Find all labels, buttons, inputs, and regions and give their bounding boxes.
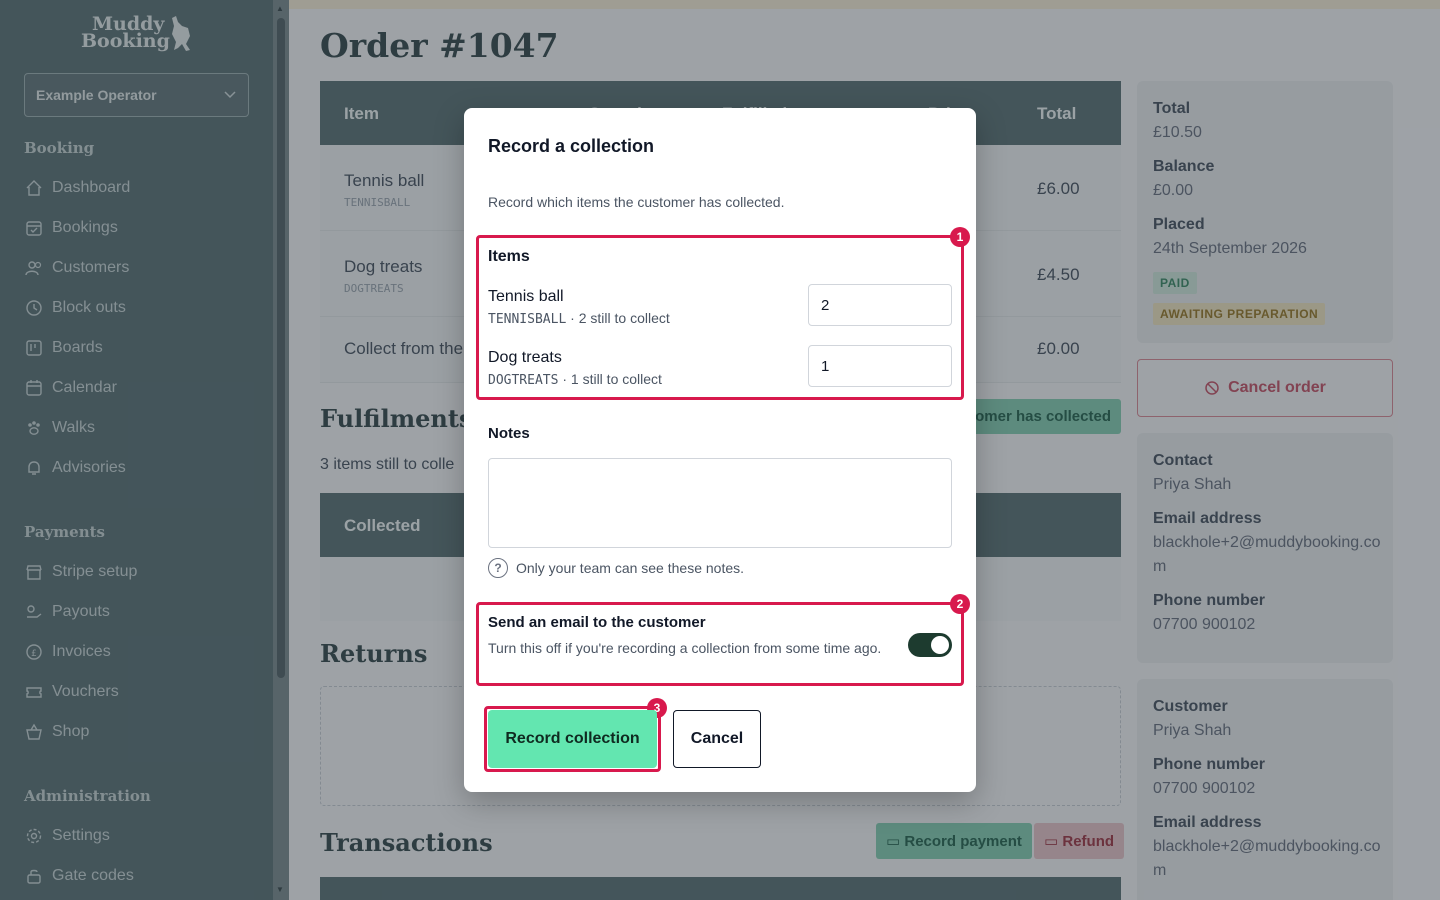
notes-textarea[interactable] [488,458,952,548]
record-collection-button[interactable]: Record collection [488,710,657,768]
marker-2: 2 [950,594,970,614]
dialog-title: Record a collection [488,136,655,156]
cancel-button[interactable]: Cancel [673,710,761,768]
send-email-toggle[interactable] [908,633,952,657]
email-toggle-label: Send an email to the customer [488,614,706,631]
item-name-tennis-ball: Tennis ball [488,288,564,305]
record-collection-dialog: Record a collection Record which items t… [464,108,976,792]
notes-help: ? Only your team can see these notes. [488,558,744,578]
items-heading: Items [488,248,530,265]
item-remaining-dog-treats: DOGTREATS · 1 still to collect [488,371,662,388]
help-circle-icon: ? [488,558,508,578]
item-remaining-tennis-ball: TENNISBALL · 2 still to collect [488,310,670,327]
notes-label: Notes [488,425,530,442]
quantity-input-tennis-ball[interactable] [808,284,952,326]
marker-1: 1 [950,227,970,247]
quantity-input-dog-treats[interactable] [808,345,952,387]
item-name-dog-treats: Dog treats [488,349,562,366]
toggle-knob [931,636,949,654]
dialog-description: Record which items the customer has coll… [488,194,785,210]
email-toggle-description: Turn this off if you're recording a coll… [488,640,882,656]
